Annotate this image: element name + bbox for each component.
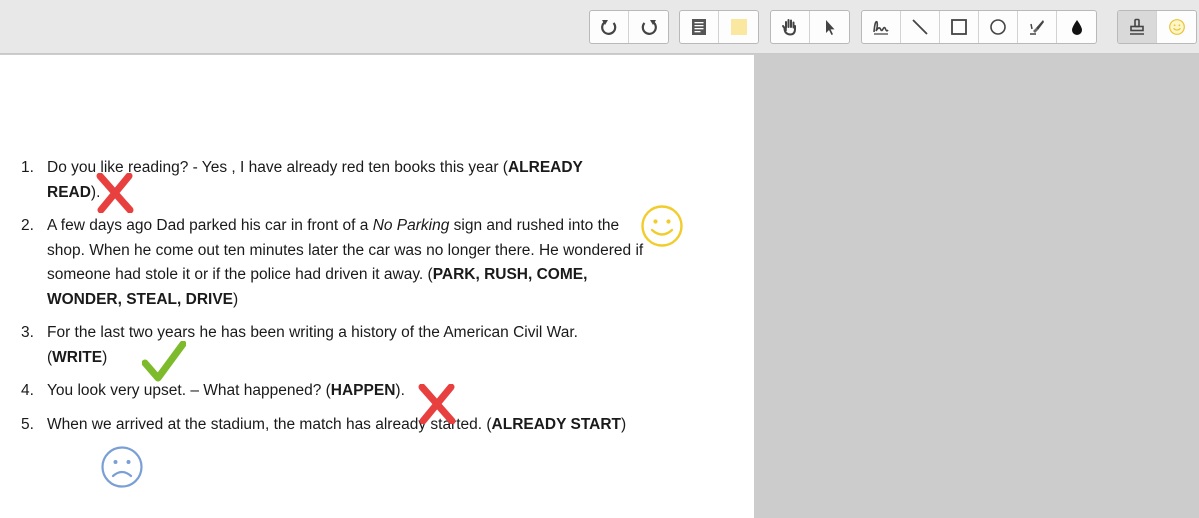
stamp-icon [1130,18,1144,35]
redo-icon [641,20,657,35]
redo-button[interactable] [629,11,668,43]
item-text: ). [395,382,405,399]
item-text: For the last two years he has been writi… [47,324,578,366]
list-item: 1. Do you like reading? - Yes , I have a… [0,156,627,205]
smiley-stamp-icon [1168,19,1185,35]
item-number: 3. [21,324,34,341]
highlighter-button[interactable] [1018,11,1057,43]
stamp-button[interactable] [1118,11,1157,43]
navigation-group [770,10,850,44]
freehand-pen-icon [873,20,889,35]
select-button[interactable] [810,11,849,43]
red-x-mark-icon[interactable] [418,384,456,424]
item-verb: WRITE [52,348,103,366]
item-text: A few days ago Dad parked his car in fro… [47,217,373,234]
hand-pan-icon [782,19,796,36]
green-check-mark-icon[interactable] [142,341,186,383]
item-number: 5. [21,415,34,433]
list-item: 2. A few days ago Dad parked his car in … [0,214,647,312]
rectangle-icon [951,19,967,35]
line-button[interactable] [901,11,940,43]
ink-color-button[interactable] [1057,11,1096,43]
notes-group [679,10,759,44]
stamps-group [1117,10,1197,44]
undo-icon [601,20,617,35]
freehand-button[interactable] [862,11,901,43]
item-text: ) [621,415,627,433]
drawing-group [861,10,1097,44]
annotation-toolbar [0,0,1199,54]
item-verb: ALREADY START [491,415,622,433]
sticky-note-icon [730,19,747,35]
smiley-stamp-button[interactable] [1157,11,1196,43]
highlighter-icon [1030,20,1044,35]
pointer-icon [825,20,834,35]
list-item: 5. When we arrived at the stadium, the m… [0,413,627,438]
rectangle-button[interactable] [940,11,979,43]
sticky-note-button[interactable] [719,11,758,43]
item-number: 1. [21,159,34,176]
item-italic-text: No Parking [372,217,450,234]
item-text: ) [233,290,239,308]
ellipse-button[interactable] [979,11,1018,43]
text-note-icon [692,19,706,35]
sad-face-icon[interactable] [100,445,144,489]
item-number: 4. [21,382,34,399]
item-text: ) [102,348,108,366]
ink-drop-icon [1071,20,1082,35]
ellipse-icon [990,19,1006,35]
item-verb: HAPPEN [330,382,396,399]
line-icon [912,19,928,35]
pan-button[interactable] [771,11,810,43]
list-item: 4. You look very upset. – What happened?… [0,379,627,404]
text-note-button[interactable] [680,11,719,43]
history-group [589,10,669,44]
red-x-mark-icon[interactable] [96,173,134,213]
item-number: 2. [21,217,34,234]
item-text: You look very upset. – What happened? ( [47,382,331,399]
smiley-face-icon[interactable] [640,204,684,248]
undo-button[interactable] [590,11,629,43]
list-item: 3. For the last two years he has been wr… [0,321,627,370]
